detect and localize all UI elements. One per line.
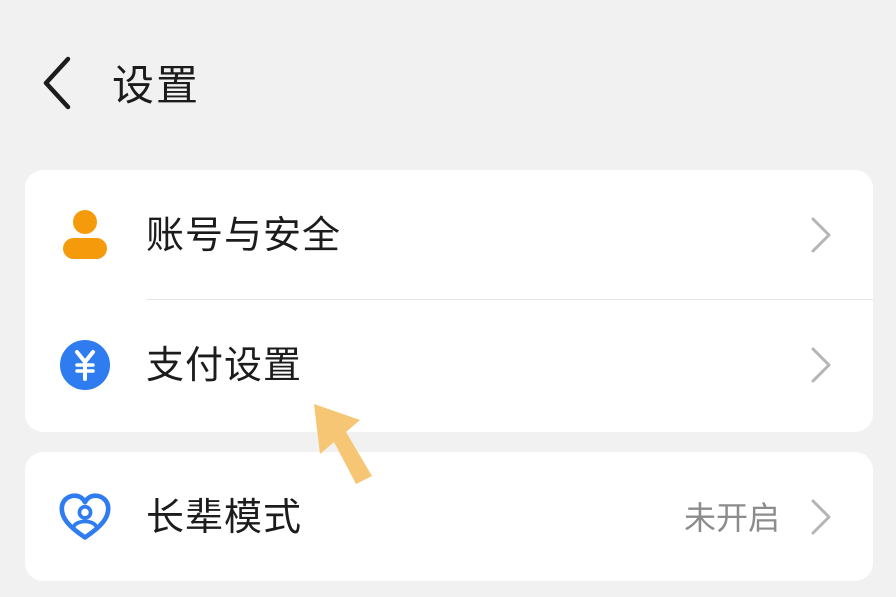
account-security-label: 账号与安全 xyxy=(146,213,342,257)
chevron-left-icon xyxy=(43,56,71,110)
payment-settings-item[interactable]: 支付设置 xyxy=(25,300,873,430)
page-title: 设置 xyxy=(112,61,201,110)
payment-settings-label: 支付设置 xyxy=(146,343,303,387)
top-bar: 设置 xyxy=(0,0,896,170)
chevron-right-icon xyxy=(811,217,831,253)
pointer-arrow-icon xyxy=(314,404,372,484)
yuan-payment-icon xyxy=(59,339,111,391)
settings-group-elder: 长辈模式 未开启 xyxy=(25,452,873,581)
elder-mode-label: 长辈模式 xyxy=(146,495,303,539)
chevron-right-icon xyxy=(811,347,831,383)
elder-mode-status: 未开启 xyxy=(683,499,780,537)
settings-group-account: 账号与安全 支付设置 xyxy=(25,170,873,432)
account-security-item[interactable]: 账号与安全 xyxy=(25,170,873,300)
account-icon xyxy=(59,209,111,261)
back-button[interactable] xyxy=(32,52,82,114)
elder-mode-item[interactable]: 长辈模式 未开启 xyxy=(25,452,873,582)
heart-elder-icon xyxy=(59,491,111,543)
chevron-right-icon xyxy=(811,499,831,535)
